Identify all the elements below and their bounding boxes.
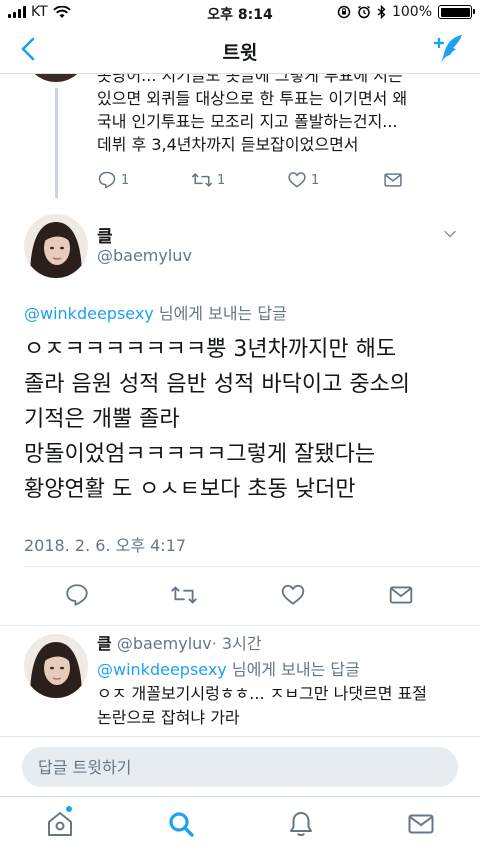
retweet-count: 1 <box>217 172 226 188</box>
new-content-dot <box>66 806 72 812</box>
reply-button[interactable]: 1 <box>97 170 129 190</box>
search-icon[interactable] <box>166 809 196 839</box>
display-name[interactable]: 클 <box>97 222 113 247</box>
tweet-text: 옷냥어... 지기글도 옷글에 그렇게 투표에 저는 있으면 외퀴들 대상으로 … <box>97 74 467 156</box>
avatar[interactable] <box>24 74 88 82</box>
home-icon[interactable] <box>45 809 75 839</box>
tweet-text-line: 기적은 개뿔 졸라 <box>24 407 180 432</box>
retweet-icon <box>191 173 213 187</box>
reply-icon <box>98 171 116 189</box>
like-count: 1 <box>311 172 320 188</box>
tweet-text-line: 논란으로 잡혀냐 가라 <box>97 708 240 727</box>
nav-bar: 트윗 <box>0 26 480 74</box>
compose-tweet-button[interactable] <box>432 32 466 66</box>
reply-count: 1 <box>121 172 130 188</box>
tweet-actions: 1 1 1 <box>97 170 427 192</box>
reply-to-line: @winkdeepsexy 님에게 보내는 답글 <box>97 656 360 680</box>
mention-link[interactable]: @winkdeepsexy <box>97 660 227 679</box>
retweet-button[interactable]: 1 <box>191 170 225 190</box>
tweet-text-line: 있으면 외퀴들 대상으로 한 투표는 이기면서 왜 <box>97 89 408 108</box>
reply-to-suffix: 님에게 보내는 답글 <box>226 660 360 679</box>
tweet-text-line: 옷냥어... 지기글도 옷글에 그렇게 투표에 저는 <box>97 74 403 85</box>
reply-tweet[interactable]: 클 @baemyluv· 3시간 @winkdeepsexy 님에게 보내는 답… <box>0 626 480 736</box>
chevron-down-icon[interactable] <box>442 226 458 242</box>
messages-icon[interactable] <box>406 809 436 839</box>
previous-tweet[interactable]: 옷냥어... 지기글도 옷글에 그렇게 투표에 저는 있으면 외퀴들 대상으로 … <box>0 74 480 198</box>
status-bar: KT 오후 8:14 100% <box>0 0 480 26</box>
retweet-button[interactable] <box>170 582 198 608</box>
tweet-text-line: 졸라 음원 성적 음반 성적 바닥이고 중소의 <box>24 372 411 397</box>
reply-button[interactable] <box>64 582 90 608</box>
display-name[interactable]: 클 <box>97 634 112 653</box>
notifications-icon[interactable] <box>286 809 316 839</box>
mail-icon <box>384 173 402 187</box>
dm-button[interactable] <box>383 170 403 190</box>
bluetooth-icon <box>377 5 386 19</box>
avatar[interactable] <box>24 214 88 278</box>
reply-input[interactable] <box>22 747 458 787</box>
reply-header: 클 @baemyluv· 3시간 <box>97 630 262 654</box>
mention-link[interactable]: @winkdeepsexy <box>24 304 154 323</box>
rotation-lock-icon <box>337 5 351 19</box>
divider <box>24 566 480 567</box>
reply-bar <box>0 736 480 796</box>
like-button[interactable]: 1 <box>287 170 319 190</box>
tweet-text: ㅇㅈㅋㅋㅋㅋㅋㅋㅋ뿡 3년차까지만 해도 졸라 음원 성적 음반 성적 바닥이고… <box>24 332 464 507</box>
tweet-text-line: ㅇㅈ 개꼴보기시렁ㅎㅎ... ㅈㅂ그만 나댓르면 표절 <box>97 684 428 703</box>
dm-button[interactable] <box>388 582 414 608</box>
like-button[interactable] <box>280 582 306 608</box>
tab-bar <box>0 796 480 853</box>
page-title: 트윗 <box>222 42 258 64</box>
status-right: 100% <box>337 4 475 20</box>
battery-percent: 100% <box>391 4 432 20</box>
tweet-age: · 3시간 <box>211 634 262 653</box>
heart-icon <box>288 172 306 188</box>
main-tweet: 클 @baemyluv @winkdeepsexy 님에게 보내는 답글 ㅇㅈㅋ… <box>0 198 480 626</box>
tweet-actions <box>0 580 480 610</box>
tweet-text-line: 데뷔 후 3,4년차까지 듣보잡이었으면서 <box>97 135 359 154</box>
tweet-text-line: 황양연활 도 ㅇㅅㅌ보다 초동 낮더만 <box>24 477 356 502</box>
thread-line <box>55 88 58 198</box>
tweet-text-line: 망돌이었엄ㅋㅋㅋㅋㅋ그렇게 잘됐다는 <box>24 442 376 467</box>
user-handle[interactable]: @baemyluv <box>117 634 212 653</box>
user-handle[interactable]: @baemyluv <box>97 246 192 265</box>
avatar[interactable] <box>24 634 88 698</box>
reply-to-suffix: 님에게 보내는 답글 <box>153 304 287 323</box>
tweet-text-line: ㅇㅈㅋㅋㅋㅋㅋㅋㅋ뿡 3년차까지만 해도 <box>24 337 397 362</box>
tweet-timestamp: 2018. 2. 6. 오후 4:17 <box>24 536 187 555</box>
reply-to-line: @winkdeepsexy 님에게 보내는 답글 <box>24 300 287 324</box>
alarm-icon <box>358 5 370 19</box>
tweet-text-line: 국내 인기투표는 모조리 지고 폴발하는건지... <box>97 112 398 131</box>
battery-icon <box>438 5 475 19</box>
tweet-text: ㅇㅈ 개꼴보기시렁ㅎㅎ... ㅈㅂ그만 나댓르면 표절 논란으로 잡혀냐 가라 <box>97 682 467 730</box>
